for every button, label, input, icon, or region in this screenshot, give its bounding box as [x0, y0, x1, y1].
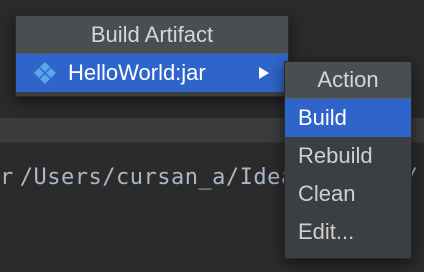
artifact-diamond-icon	[34, 62, 56, 84]
artifact-item-helloworld-jar[interactable]: HelloWorld:jar	[16, 54, 288, 92]
menu-item-rebuild[interactable]: Rebuild	[285, 137, 411, 175]
menu-item-clean[interactable]: Clean	[285, 175, 411, 213]
artifact-label: HelloWorld:jar	[68, 60, 206, 85]
menu-item-build[interactable]: Build	[285, 99, 411, 137]
menu-item-edit[interactable]: Edit...	[285, 213, 411, 251]
submenu-title: Action	[285, 62, 411, 99]
console-prefix: r	[0, 165, 14, 190]
action-submenu: Action Build Rebuild Clean Edit...	[284, 61, 412, 259]
build-artifact-popup: Build Artifact HelloWorld:jar	[15, 15, 289, 97]
chevron-right-icon	[259, 67, 269, 79]
popup-title: Build Artifact	[16, 16, 288, 54]
